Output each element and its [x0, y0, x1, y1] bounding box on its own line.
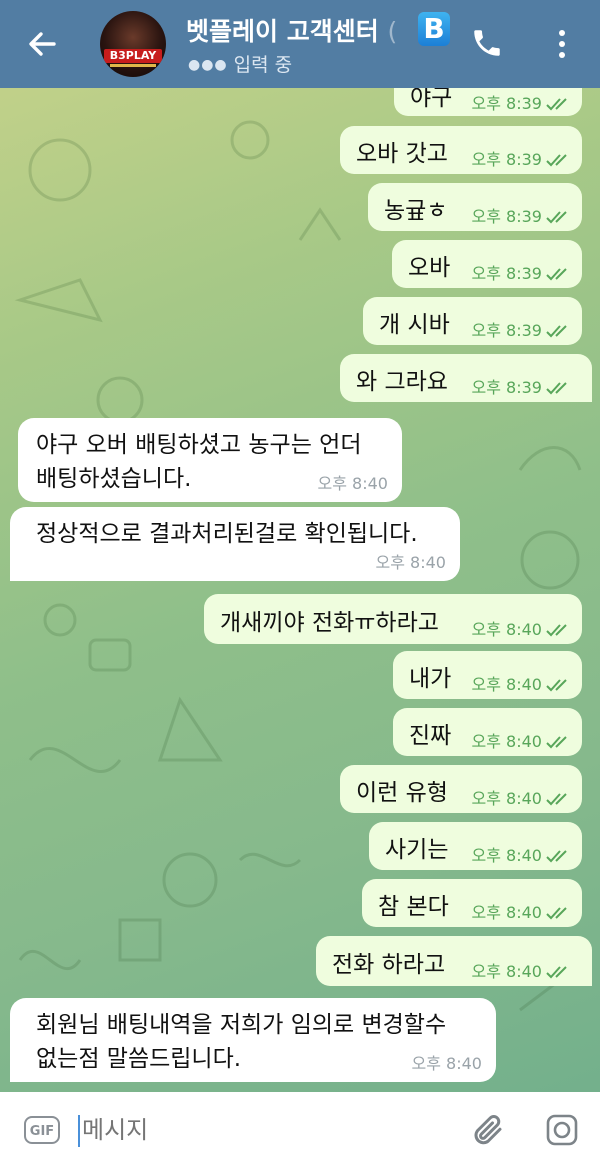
message-time: 오후 8:40 — [471, 620, 542, 639]
chat-title-text: 벳플레이 고객센터 — [186, 17, 379, 46]
message-time: 오후 8:39 — [471, 94, 542, 113]
camera-icon[interactable] — [545, 1113, 579, 1147]
message-composer: GIF — [0, 1092, 600, 1169]
message-meta: 오후 8:39 — [472, 146, 572, 170]
message-text: 진짜 — [409, 723, 452, 749]
message-text: 정상적으로 결과처리된걸로 확인됩니다. — [36, 521, 418, 547]
message-meta: 오후 8:39 — [472, 317, 572, 341]
message-text: 사기는 — [385, 837, 449, 863]
outgoing-message[interactable]: 개 시바 오후 8:39 — [363, 297, 582, 345]
message-time: 오후 8:40 — [471, 789, 542, 808]
double-check-icon — [546, 211, 567, 224]
message-meta: 오후 8:39 — [472, 90, 572, 114]
message-meta: 오후 8:40 — [472, 842, 572, 866]
message-text: 와 그라요 — [356, 369, 448, 395]
message-time: 오후 8:39 — [471, 378, 542, 397]
message-meta: 오후 8:40 — [472, 899, 572, 923]
gif-button[interactable]: GIF — [24, 1116, 60, 1144]
chat-title[interactable]: 벳플레이 고객센터 ( — [186, 12, 397, 48]
double-check-icon — [546, 325, 567, 338]
message-time: 오후 8:39 — [471, 150, 542, 169]
message-text: 야구 오버 배팅하셨고 농구는 언더 배팅하셨습니다. — [36, 428, 361, 496]
outgoing-message[interactable]: 참 본다 오후 8:40 — [362, 879, 582, 927]
message-time: 오후 8:40 — [411, 1054, 482, 1073]
double-check-icon — [546, 624, 567, 637]
double-check-icon — [546, 793, 567, 806]
phone-icon[interactable] — [470, 26, 504, 60]
outgoing-message[interactable]: 내가 오후 8:40 — [393, 651, 582, 699]
double-check-icon — [546, 907, 567, 920]
message-meta: 오후 8:40 — [472, 785, 572, 809]
chat-header: B3PLAY 벳플레이 고객센터 ( B ●●● 입력 중 — [0, 0, 600, 88]
incoming-message[interactable]: 야구 오버 배팅하셨고 농구는 언더 배팅하셨습니다. 오후 8:40 — [18, 418, 402, 502]
outgoing-message[interactable]: 진짜 오후 8:40 — [393, 708, 582, 756]
message-time: 오후 8:39 — [471, 321, 542, 340]
avatar[interactable]: B3PLAY — [100, 11, 166, 77]
message-meta: 오후 8:40 — [472, 728, 572, 752]
message-text: 이런 유형 — [356, 780, 448, 806]
brand-b-icon: B — [418, 12, 450, 46]
message-time: 오후 8:40 — [317, 474, 388, 493]
double-check-icon — [546, 736, 567, 749]
outgoing-message[interactable]: 와 그라요 오후 8:39 — [340, 354, 592, 402]
chat-title-overflow: ( — [387, 17, 398, 46]
message-meta: 오후 8:40 — [472, 671, 572, 695]
message-text: 내가 — [409, 666, 452, 692]
message-time: 오후 8:40 — [471, 846, 542, 865]
double-check-icon — [546, 679, 567, 692]
outgoing-message[interactable]: 사기는 오후 8:40 — [369, 822, 582, 870]
typing-status-text: 입력 중 — [233, 54, 293, 76]
outgoing-message[interactable]: 농귶ㅎ 오후 8:39 — [368, 183, 582, 231]
double-check-icon — [546, 966, 567, 979]
avatar-logo: B3PLAY — [104, 49, 162, 63]
message-text: 오바 — [408, 255, 451, 281]
outgoing-message[interactable]: 오바 오후 8:39 — [392, 240, 582, 288]
more-menu-icon[interactable] — [553, 27, 571, 61]
double-check-icon — [546, 268, 567, 281]
double-check-icon — [546, 98, 567, 111]
message-text: 농귶ㅎ — [384, 198, 448, 224]
message-time: 오후 8:40 — [471, 903, 542, 922]
double-check-icon — [546, 850, 567, 863]
message-text: 전화 하라고 — [332, 952, 446, 978]
chat-wallpaper — [14, 120, 582, 1012]
message-time: 오후 8:40 — [471, 962, 542, 981]
message-text: 개새끼야 전화ㅠ하라고 — [220, 610, 439, 636]
message-meta: 오후 8:39 — [472, 374, 572, 398]
message-meta: 오후 8:39 — [472, 260, 572, 284]
double-check-icon — [546, 382, 567, 395]
message-text: 참 본다 — [378, 894, 449, 920]
outgoing-message[interactable]: 전화 하라고 오후 8:40 — [316, 936, 592, 986]
outgoing-message[interactable]: 오바 갓고 오후 8:39 — [340, 126, 582, 174]
avatar-logo-underline — [110, 64, 156, 67]
message-meta: 오후 8:40 — [472, 616, 572, 640]
message-text: 회원님 배팅내역을 저희가 임의로 변경할수 없는점 말씀드립니다. — [36, 1008, 446, 1076]
message-meta: 오후 8:39 — [472, 203, 572, 227]
attach-paperclip-icon[interactable] — [470, 1112, 506, 1148]
message-line: 회원님 배팅내역을 저희가 임의로 변경할수 — [36, 1012, 447, 1038]
message-time: 오후 8:40 — [471, 732, 542, 751]
incoming-message[interactable]: 정상적으로 결과처리된걸로 확인됩니다. 오후 8:40 — [10, 507, 460, 581]
message-time: 오후 8:39 — [471, 264, 542, 283]
text-cursor — [78, 1115, 80, 1147]
typing-dots-icon: ●●● — [188, 57, 228, 73]
message-meta: 오후 8:40 — [472, 958, 572, 982]
outgoing-message[interactable]: 개새끼야 전화ㅠ하라고 오후 8:40 — [204, 594, 582, 644]
back-arrow-icon[interactable] — [26, 28, 58, 60]
double-check-icon — [546, 154, 567, 167]
incoming-message[interactable]: 회원님 배팅내역을 저희가 임의로 변경할수 없는점 말씀드립니다. 오후 8:… — [10, 998, 496, 1082]
message-input[interactable] — [82, 1112, 442, 1148]
message-text: 개 시바 — [379, 312, 450, 338]
outgoing-message[interactable]: 이런 유형 오후 8:40 — [340, 765, 582, 813]
message-text: 오바 갓고 — [356, 141, 448, 167]
message-time: 오후 8:40 — [375, 553, 446, 572]
typing-status: ●●● 입력 중 — [188, 50, 292, 77]
message-line: 배팅하셨습니다. — [36, 466, 192, 492]
message-line: 야구 오버 배팅하셨고 농구는 언더 — [36, 432, 362, 458]
chat-screen: B3PLAY 벳플레이 고객센터 ( B ●●● 입력 중 야구 오후 8:39 … — [0, 0, 600, 1169]
message-line: 없는점 말씀드립니다. — [36, 1046, 242, 1072]
message-time: 오후 8:40 — [471, 675, 542, 694]
message-time: 오후 8:39 — [471, 207, 542, 226]
